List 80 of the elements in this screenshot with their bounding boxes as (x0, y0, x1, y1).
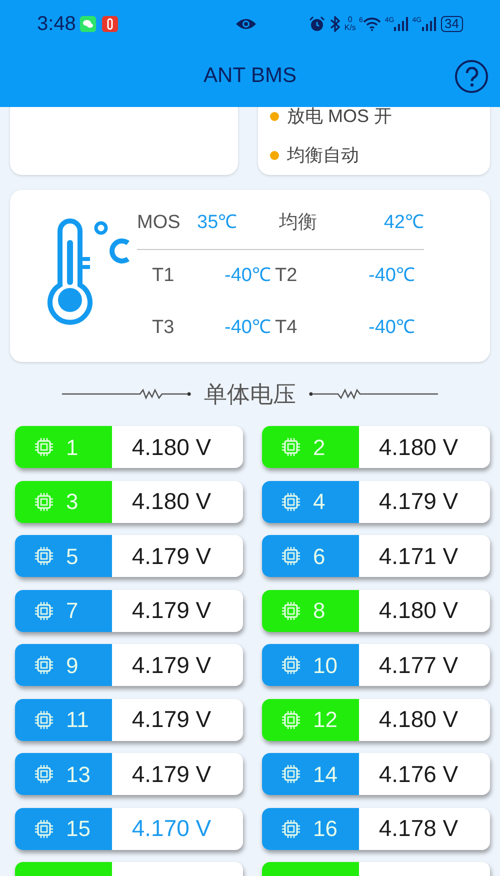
chip-icon (281, 546, 301, 566)
temperature-value: 42℃ (382, 211, 424, 236)
pulse-line-icon (62, 386, 192, 402)
cell-number: 16 (313, 815, 338, 843)
cell-voltage: 4.178 V (378, 814, 458, 844)
status-label: 放电 MOS 开 (287, 105, 392, 128)
cell-voltage: 4.179 V (132, 596, 212, 626)
chip-icon (34, 764, 54, 784)
eye-icon (235, 17, 258, 31)
sensor-label: T4 (275, 316, 298, 340)
sensor-label: T1 (151, 264, 176, 288)
temperature-value: -40℃ (368, 264, 415, 288)
app-title: ANT BMS (204, 62, 296, 89)
cell-voltage: 4.179 V (132, 760, 212, 789)
wifi-icon (362, 17, 381, 31)
chip-icon (34, 492, 54, 512)
chip-icon (281, 710, 301, 730)
cell-voltage: 4.180 V (132, 432, 212, 462)
cell-voltage: 4.177 V (378, 650, 458, 680)
speed-unit: K/s (344, 24, 356, 32)
help-button[interactable] (455, 60, 488, 93)
notification-app-icon (102, 16, 118, 32)
speed-value: 0 (348, 16, 352, 24)
bluetooth-icon (330, 16, 340, 32)
chip-icon (34, 710, 54, 730)
cell-number: 5 (66, 542, 78, 570)
chip-icon (34, 437, 54, 457)
chip-icon (34, 655, 54, 675)
cell-number: 8 (313, 597, 326, 625)
chip-icon (34, 818, 54, 838)
cell-voltage: 4.180 V (132, 487, 212, 516)
signal-icon (422, 17, 436, 31)
temperature-value: -40℃ (224, 264, 272, 288)
cell-number: 13 (66, 760, 90, 788)
cell-number: 7 (66, 597, 78, 625)
cell-voltage: 4.176 V (378, 760, 458, 789)
cell-number: 15 (66, 815, 90, 843)
chip-icon (281, 818, 301, 838)
cell-voltage: 4.180 V (378, 705, 458, 734)
chip-icon (34, 600, 54, 620)
chip-icon (281, 600, 301, 620)
sensor-label: T3 (151, 316, 176, 340)
cell-number: 6 (313, 542, 326, 570)
status-label: 均衡自动 (287, 144, 359, 167)
cell-number: 14 (313, 760, 338, 788)
cell-voltage: 4.179 V (132, 542, 212, 571)
cell-number: 2 (313, 434, 326, 462)
chip-icon (34, 546, 54, 566)
cell-voltage: 4.171 V (378, 542, 458, 571)
temperature-value: -40℃ (368, 316, 415, 340)
chip-icon (281, 492, 301, 512)
alarm-icon (309, 16, 326, 32)
cell-voltage: 4.180 V (378, 596, 458, 626)
cell-number: 4 (313, 488, 326, 516)
chip-icon (281, 655, 301, 675)
help-icon (464, 66, 478, 86)
cell-number: 12 (313, 706, 338, 734)
section-title: 单体电压 (204, 380, 296, 409)
cell-number: 11 (66, 706, 89, 734)
sensor-label: T2 (275, 264, 298, 288)
cell-number: 10 (313, 652, 338, 680)
chip-icon (281, 764, 301, 784)
chip-icon (281, 437, 301, 457)
battery-level: 34 (440, 16, 463, 32)
chat-app-icon (80, 16, 96, 32)
sensor-label: MOS (137, 211, 182, 236)
cell-voltage: 4.179 V (378, 487, 458, 516)
status-time: 3:48 (37, 14, 76, 34)
cell-voltage: 4.180 V (378, 432, 458, 462)
cell-number: 3 (66, 488, 78, 516)
cell-voltage: 4.170 V (132, 814, 212, 844)
temperature-value: -40℃ (224, 316, 272, 340)
sensor-label: 均衡 (279, 211, 318, 236)
cell-number: 9 (66, 652, 78, 680)
cell-voltage: 4.179 V (132, 650, 212, 680)
cell-voltage: 4.179 V (132, 705, 212, 734)
signal-icon (394, 17, 408, 31)
pulse-line-icon (308, 386, 438, 402)
cell-number: 1 (66, 434, 78, 462)
temperature-value: 35℃ (196, 211, 238, 236)
